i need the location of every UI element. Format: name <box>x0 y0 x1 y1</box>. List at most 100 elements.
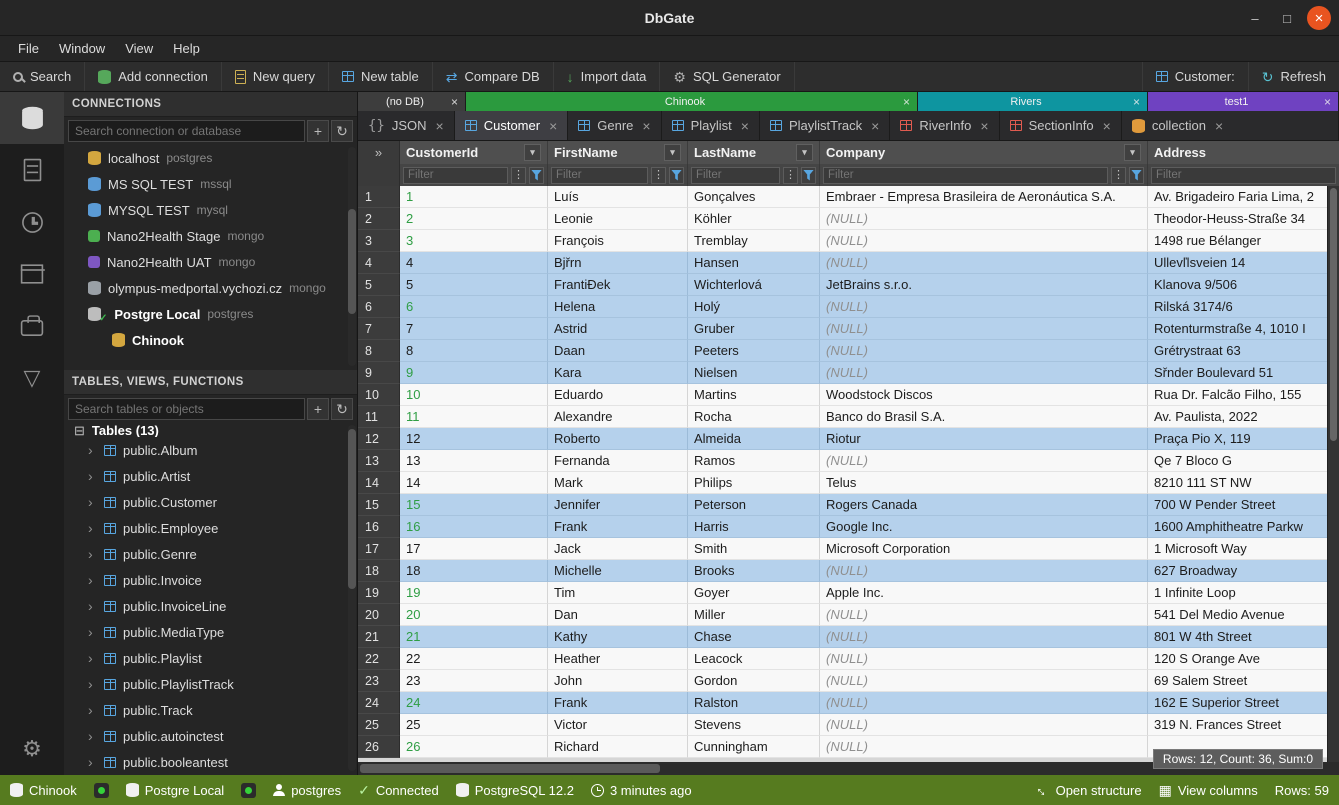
close-icon[interactable]: × <box>549 118 557 134</box>
grid-vertical-scrollbar[interactable] <box>1327 186 1339 762</box>
connection-item[interactable]: Chinook <box>64 327 357 353</box>
cell-firstname[interactable]: François <box>548 230 688 252</box>
cell-company[interactable]: (NULL) <box>820 736 1148 758</box>
cell-lastname[interactable]: Wichterlová <box>688 274 820 296</box>
cell-customerid[interactable]: 1 <box>400 186 548 208</box>
filter-menu-button[interactable]: ⋮ <box>511 167 526 184</box>
filter-funnel-button[interactable] <box>529 167 544 184</box>
column-header-firstname[interactable]: FirstName▾ <box>548 141 688 164</box>
cell-lastname[interactable]: Rocha <box>688 406 820 428</box>
table-item[interactable]: ›public.Artist <box>64 463 357 489</box>
tables-group[interactable]: ⊟ Tables (13) <box>64 423 357 437</box>
close-icon[interactable]: × <box>903 95 910 109</box>
connection-item[interactable]: Nano2Health Stagemongo <box>64 223 357 249</box>
row-number[interactable]: 10 <box>358 384 400 406</box>
cell-lastname[interactable]: Gordon <box>688 670 820 692</box>
row-number[interactable]: 14 <box>358 472 400 494</box>
cell-lastname[interactable]: Holý <box>688 296 820 318</box>
cell-address[interactable]: Rotenturmstraße 4, 1010 I <box>1148 318 1339 340</box>
cell-lastname[interactable]: Martins <box>688 384 820 406</box>
cell-firstname[interactable]: Leonie <box>548 208 688 230</box>
close-icon[interactable]: × <box>436 118 444 134</box>
chevron-right-icon[interactable]: › <box>88 650 97 666</box>
cell-firstname[interactable]: Tim <box>548 582 688 604</box>
cell-address[interactable]: 801 W 4th Street <box>1148 626 1339 648</box>
filter-input-customerid[interactable] <box>403 167 508 184</box>
cell-company[interactable]: (NULL) <box>820 208 1148 230</box>
cell-firstname[interactable]: Roberto <box>548 428 688 450</box>
close-icon[interactable]: × <box>1103 118 1111 134</box>
cell-lastname[interactable]: Nielsen <box>688 362 820 384</box>
column-dropdown-icon[interactable]: ▾ <box>664 144 681 161</box>
status-chinook[interactable]: Chinook <box>10 783 77 798</box>
cell-address[interactable]: 1 Microsoft Way <box>1148 538 1339 560</box>
search-button[interactable]: Search <box>0 62 85 91</box>
cell-company[interactable]: (NULL) <box>820 604 1148 626</box>
close-icon[interactable]: × <box>1324 95 1331 109</box>
status-open-structure[interactable]: ↔Open structure <box>1036 783 1142 798</box>
tab-customer[interactable]: Customer× <box>455 111 569 140</box>
column-dropdown-icon[interactable]: ▾ <box>524 144 541 161</box>
cell-firstname[interactable]: Astrid <box>548 318 688 340</box>
menu-file[interactable]: File <box>8 38 49 59</box>
cell-lastname[interactable]: Almeida <box>688 428 820 450</box>
table-item[interactable]: ›public.Track <box>64 697 357 723</box>
cell-customerid[interactable]: 6 <box>400 296 548 318</box>
new-query-button[interactable]: New query <box>222 62 329 91</box>
rail-files-button[interactable] <box>0 144 64 196</box>
cell-firstname[interactable]: John <box>548 670 688 692</box>
cell-firstname[interactable]: Alexandre <box>548 406 688 428</box>
cell-customerid[interactable]: 19 <box>400 582 548 604</box>
row-number[interactable]: 13 <box>358 450 400 472</box>
filter-funnel-button[interactable] <box>1129 167 1144 184</box>
cell-customerid[interactable]: 22 <box>400 648 548 670</box>
chevron-right-icon[interactable]: › <box>88 598 97 614</box>
cell-customerid[interactable]: 17 <box>400 538 548 560</box>
cell-address[interactable]: Sřnder Boulevard 51 <box>1148 362 1339 384</box>
connection-item[interactable]: ✓Postgre Localpostgres <box>64 301 357 327</box>
tables-scrollbar[interactable] <box>348 425 356 771</box>
cell-firstname[interactable]: Frank <box>548 692 688 714</box>
db-tab-rivers[interactable]: Rivers× <box>918 92 1148 111</box>
cell-lastname[interactable]: Peeters <box>688 340 820 362</box>
table-item[interactable]: ›public.autoinctest <box>64 723 357 749</box>
filter-input-address[interactable] <box>1151 167 1336 184</box>
rail-cell-data-button[interactable]: ▽ <box>0 352 64 404</box>
cell-company[interactable]: Rogers Canada <box>820 494 1148 516</box>
row-number[interactable]: 5 <box>358 274 400 296</box>
row-number[interactable]: 15 <box>358 494 400 516</box>
chevron-right-icon[interactable]: › <box>88 494 97 510</box>
cell-lastname[interactable]: Stevens <box>688 714 820 736</box>
add-connection-small-button[interactable]: + <box>307 120 329 142</box>
status-postgresql-12-2[interactable]: PostgreSQL 12.2 <box>456 783 574 798</box>
maximize-button[interactable]: □ <box>1275 6 1299 30</box>
chevron-right-icon[interactable]: › <box>88 728 97 744</box>
cell-lastname[interactable]: Brooks <box>688 560 820 582</box>
cell-address[interactable]: Grétrystraat 63 <box>1148 340 1339 362</box>
cell-customerid[interactable]: 12 <box>400 428 548 450</box>
row-number[interactable]: 4 <box>358 252 400 274</box>
cell-customerid[interactable]: 8 <box>400 340 548 362</box>
cell-customerid[interactable]: 24 <box>400 692 548 714</box>
cell-customerid[interactable]: 2 <box>400 208 548 230</box>
chevron-right-icon[interactable]: › <box>88 468 97 484</box>
chevron-right-icon[interactable]: › <box>88 624 97 640</box>
cell-address[interactable]: Qe 7 Bloco G <box>1148 450 1339 472</box>
cell-company[interactable]: (NULL) <box>820 714 1148 736</box>
status-postgre-local[interactable]: Postgre Local <box>126 783 225 798</box>
menu-help[interactable]: Help <box>163 38 210 59</box>
cell-firstname[interactable]: Kathy <box>548 626 688 648</box>
cell-lastname[interactable]: Hansen <box>688 252 820 274</box>
db-tab-chinook[interactable]: Chinook× <box>466 92 918 111</box>
cell-company[interactable]: Woodstock Discos <box>820 384 1148 406</box>
cell-company[interactable]: Embraer - Empresa Brasileira de Aeronáut… <box>820 186 1148 208</box>
status-badge[interactable] <box>94 783 109 798</box>
customer-button[interactable]: Customer: <box>1142 62 1248 91</box>
compare-db-button[interactable]: ⇄Compare DB <box>433 62 554 91</box>
refresh-connections-button[interactable]: ↻ <box>331 120 353 142</box>
cell-customerid[interactable]: 14 <box>400 472 548 494</box>
cell-customerid[interactable]: 18 <box>400 560 548 582</box>
cell-company[interactable]: (NULL) <box>820 560 1148 582</box>
chevron-right-icon[interactable]: › <box>88 520 97 536</box>
cell-firstname[interactable]: Dan <box>548 604 688 626</box>
